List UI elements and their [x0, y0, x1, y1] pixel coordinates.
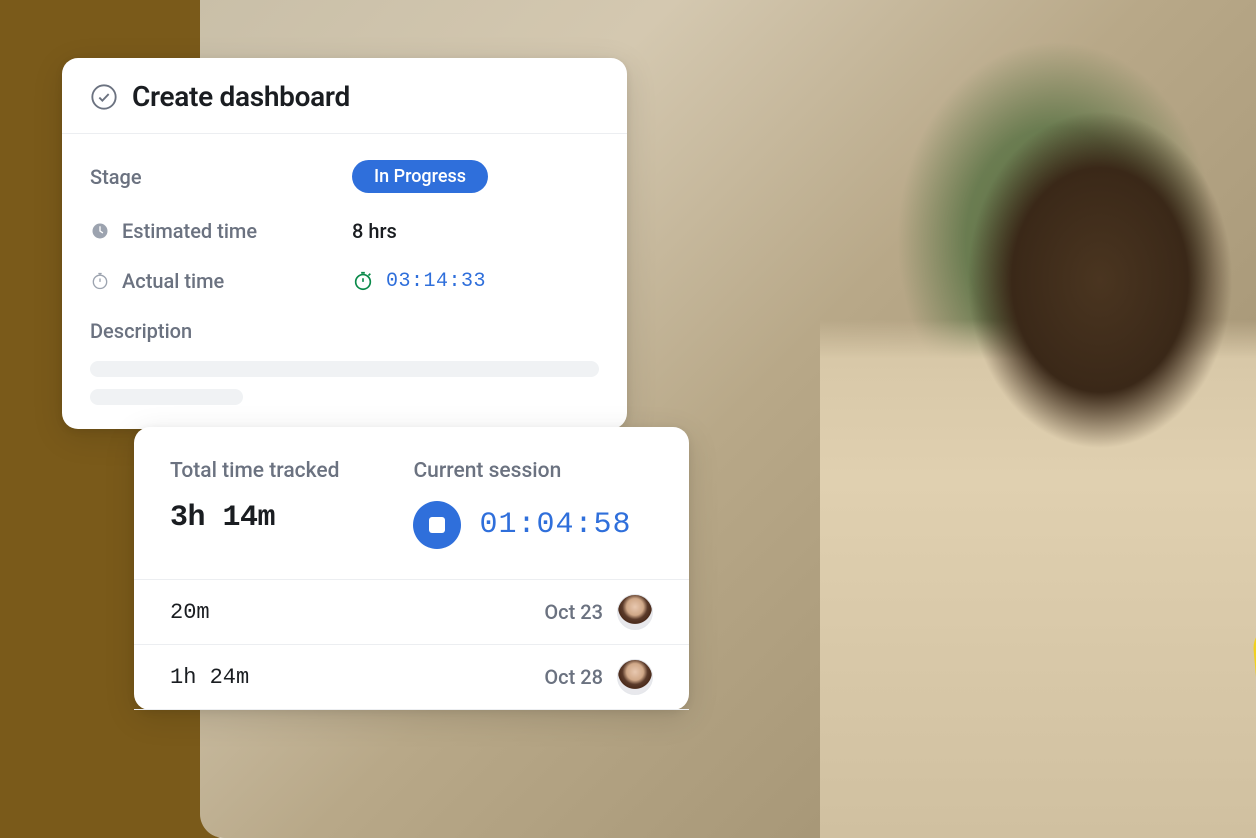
estimated-time-row: Estimated time 8 hrs [90, 219, 599, 243]
log-duration: 1h 24m [170, 665, 249, 690]
divider [134, 709, 689, 710]
stopwatch-running-icon [352, 270, 374, 292]
stage-row: Stage In Progress [90, 160, 599, 193]
description-placeholder [90, 361, 599, 405]
estimated-time-label: Estimated time [122, 219, 257, 243]
task-detail-card: Create dashboard Stage In Progress Estim… [62, 58, 627, 429]
time-tracking-card: Total time tracked 3h 14m Current sessio… [134, 427, 689, 710]
check-circle-icon [90, 83, 118, 111]
clock-icon [90, 221, 110, 241]
user-avatar [617, 659, 653, 695]
stage-label: Stage [90, 165, 352, 189]
skeleton-line [90, 361, 599, 377]
stage-badge[interactable]: In Progress [352, 160, 488, 193]
description-label: Description [90, 319, 599, 343]
log-duration: 20m [170, 600, 210, 625]
log-date: Oct 28 [544, 665, 603, 689]
time-log-row[interactable]: 20m Oct 23 [134, 579, 689, 644]
current-session-section: Current session 01:04:58 [413, 459, 631, 549]
estimated-time-value: 8 hrs [352, 219, 397, 243]
actual-time-value: 03:14:33 [386, 270, 486, 293]
description-section: Description [90, 319, 599, 405]
stop-icon [429, 517, 445, 533]
actual-time-label: Actual time [122, 269, 224, 293]
actual-time-row: Actual time 03:14:33 [90, 269, 599, 293]
user-avatar [617, 594, 653, 630]
total-time-section: Total time tracked 3h 14m [170, 459, 339, 549]
stop-timer-button[interactable] [413, 501, 461, 549]
person-photo [820, 40, 1256, 838]
stopwatch-icon [90, 271, 110, 291]
task-header: Create dashboard [62, 58, 627, 134]
total-time-label: Total time tracked [170, 459, 339, 483]
task-title: Create dashboard [132, 80, 350, 113]
current-session-label: Current session [413, 459, 631, 483]
current-session-value: 01:04:58 [479, 508, 631, 542]
log-date: Oct 23 [544, 600, 603, 624]
time-log-row[interactable]: 1h 24m Oct 28 [134, 644, 689, 709]
skeleton-line [90, 389, 243, 405]
total-time-value: 3h 14m [170, 501, 339, 535]
